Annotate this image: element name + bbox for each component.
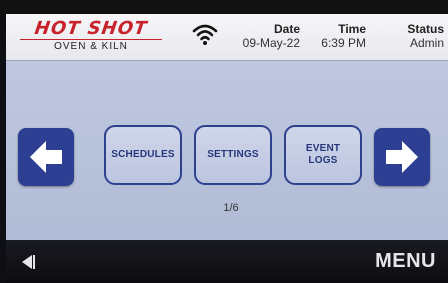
status-label: Status (407, 22, 444, 36)
next-page-button[interactable] (374, 128, 430, 186)
arrow-right-icon (386, 141, 418, 173)
event-logs-button[interactable]: EVENT LOGS (284, 125, 362, 185)
time-display: Time 6:39 PM (306, 22, 366, 50)
date-label: Date (273, 22, 300, 36)
logo-divider (20, 39, 162, 40)
date-value: 09-May-22 (242, 36, 300, 50)
time-value: 6:39 PM (321, 36, 366, 50)
brand-logo: HOT SHOT OVEN & KILN (16, 18, 166, 57)
header-bar: HOT SHOT OVEN & KILN Date 09-May-22 Time… (6, 14, 448, 61)
footer-bar: MENU (6, 240, 448, 283)
page-indicator: 1/6 (223, 202, 239, 214)
schedules-label: SCHEDULES (111, 149, 175, 160)
touch-screen: HOT SHOT OVEN & KILN Date 09-May-22 Time… (6, 14, 448, 283)
previous-page-button[interactable] (18, 128, 74, 186)
event-logs-label: EVENT LOGS (305, 143, 341, 166)
brand-name: HOT SHOT (33, 18, 149, 39)
settings-button[interactable]: SETTINGS (194, 125, 272, 185)
wifi-icon (192, 24, 218, 45)
back-icon[interactable] (18, 252, 38, 272)
settings-label: SETTINGS (207, 149, 259, 160)
time-label: Time (338, 22, 366, 36)
menu-button[interactable]: MENU (375, 250, 436, 273)
device-bezel (0, 0, 448, 14)
date-display: Date 09-May-22 (224, 22, 300, 50)
status-value: Admin (409, 36, 444, 50)
brand-tagline: OVEN & KILN (54, 41, 128, 52)
schedules-button[interactable]: SCHEDULES (104, 125, 182, 185)
status-display: Status Admin (374, 22, 444, 50)
arrow-left-icon (30, 141, 62, 173)
